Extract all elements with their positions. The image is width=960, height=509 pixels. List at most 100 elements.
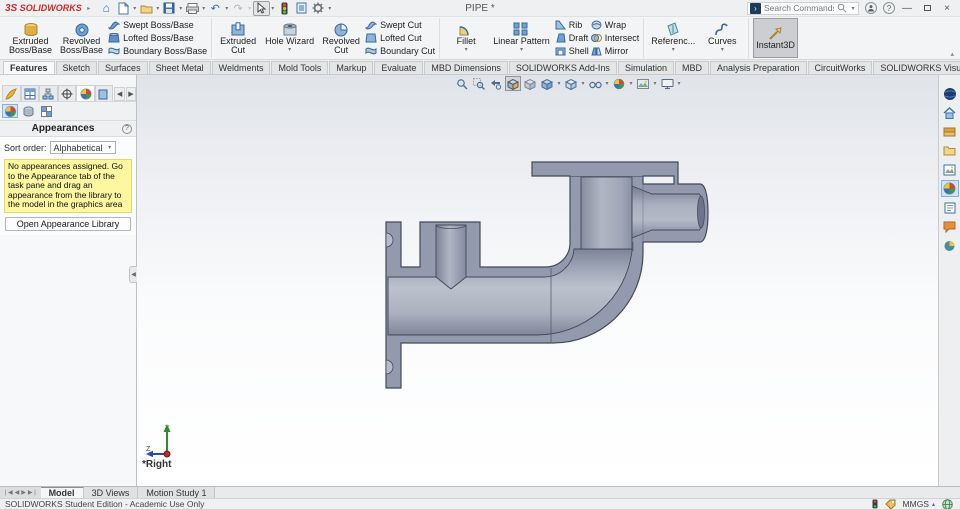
swept-cut-item[interactable]: Swept Cut — [365, 20, 435, 31]
hide-show-caret-icon[interactable]: ▾ — [604, 80, 610, 87]
unit-system[interactable]: MMGS ▴ — [903, 499, 935, 509]
apply-scene-caret-icon[interactable]: ▾ — [652, 80, 658, 87]
prev-tab-icon[interactable]: ◀ — [15, 489, 20, 496]
undo-icon[interactable]: ↶ — [207, 1, 224, 16]
zoom-to-fit-icon[interactable] — [454, 76, 470, 91]
tab-markup[interactable]: Markup — [329, 61, 374, 74]
logo-expand-icon[interactable]: ▸ — [86, 5, 92, 12]
first-tab-icon[interactable]: ❘◀ — [3, 489, 13, 496]
tab-circuitworks[interactable]: CircuitWorks — [807, 61, 873, 74]
section-view-icon[interactable] — [505, 76, 521, 91]
file-explorer-icon[interactable] — [941, 142, 959, 159]
tab-solidworks-visualize[interactable]: SOLIDWORKS Visualize — [873, 61, 960, 74]
view-decals-button[interactable] — [20, 104, 36, 118]
home-icon[interactable]: ⌂ — [98, 1, 115, 16]
next-tab-icon[interactable]: ▶ — [21, 489, 26, 496]
view-appearances-button[interactable] — [2, 104, 18, 118]
overflow-manager-tab[interactable] — [94, 85, 114, 101]
draft-item[interactable]: Draft — [555, 33, 589, 44]
view-scene-lights-button[interactable] — [38, 104, 54, 118]
linear-pattern-caret-icon[interactable]: ▾ — [518, 46, 524, 55]
boundary-cut-item[interactable]: Boundary Cut — [365, 46, 435, 57]
print-icon[interactable] — [184, 1, 201, 16]
tab-solidworks-add-ins[interactable]: SOLIDWORKS Add-Ins — [508, 61, 617, 74]
help-icon[interactable]: ? — [883, 2, 895, 14]
hole-wizard-button[interactable]: Hole Wizard ▾ — [262, 18, 317, 58]
solidworks-forum-icon[interactable] — [941, 218, 959, 235]
tab-3d-views[interactable]: 3D Views — [83, 487, 139, 498]
tab-surfaces[interactable]: Surfaces — [98, 61, 148, 74]
restore-button[interactable] — [919, 3, 935, 14]
user-account-icon[interactable] — [865, 2, 877, 14]
ribbon-collapse-icon[interactable]: ▴ — [950, 50, 954, 58]
swept-boss-base-item[interactable]: Swept Boss/Base — [108, 20, 207, 31]
view-settings-icon[interactable] — [659, 76, 675, 91]
tab-model[interactable]: Model — [40, 487, 84, 498]
linear-pattern-button[interactable]: Linear Pattern ▾ — [490, 18, 553, 58]
search-caret-icon[interactable]: ▾ — [850, 5, 856, 12]
boundary-boss-base-item[interactable]: Boundary Boss/Base — [108, 46, 207, 57]
revolved-boss-base-button[interactable]: Revolved Boss/Base — [57, 18, 106, 58]
display-style-icon[interactable] — [563, 76, 579, 91]
file-properties-icon[interactable] — [293, 1, 310, 16]
curves-button[interactable]: Curves ▾ — [700, 18, 744, 58]
instant3d-button[interactable]: Instant3D — [753, 18, 798, 58]
view-palette-icon[interactable] — [941, 161, 959, 178]
tab-weldments[interactable]: Weldments — [211, 61, 271, 74]
minimize-button[interactable]: — — [899, 3, 915, 14]
tab-evaluate[interactable]: Evaluate — [374, 61, 424, 74]
save-icon[interactable] — [161, 1, 178, 16]
fillet-button[interactable]: Fillet ▾ — [444, 18, 488, 58]
dimxpert-manager-tab[interactable] — [57, 85, 77, 101]
panel-collapse-handle[interactable]: ◀ — [129, 266, 137, 283]
tab-sketch[interactable]: Sketch — [55, 61, 98, 74]
apply-scene-icon[interactable] — [635, 76, 651, 91]
view-orientation-icon[interactable] — [539, 76, 555, 91]
lofted-boss-base-item[interactable]: Lofted Boss/Base — [108, 33, 207, 44]
feature-manager-tab[interactable] — [2, 85, 21, 101]
close-button[interactable]: × — [939, 3, 955, 14]
view-orientation-caret-icon[interactable]: ▾ — [556, 80, 562, 87]
rebuild-icon[interactable] — [276, 1, 293, 16]
appearances-scenes-decals-icon[interactable] — [940, 180, 959, 197]
new-document-icon[interactable] — [115, 1, 132, 16]
status-globe-icon[interactable] — [942, 498, 953, 509]
select-tool-icon[interactable] — [252, 0, 270, 16]
display-manager-tab[interactable] — [76, 85, 95, 101]
zoom-to-area-icon[interactable] — [471, 76, 487, 91]
last-tab-icon[interactable]: ▶❘ — [28, 489, 38, 496]
property-manager-tab[interactable] — [20, 85, 40, 101]
lofted-cut-item[interactable]: Lofted Cut — [365, 33, 435, 44]
model-viewport[interactable]: ▾ ▾ ▾ ▾ ▾ ▾ Y Z *Right — [137, 75, 938, 486]
redo-caret-icon[interactable]: ▾ — [247, 5, 253, 12]
tab-sheet-metal[interactable]: Sheet Metal — [148, 61, 211, 74]
panel-tabs-left-icon[interactable]: ◀ — [114, 87, 125, 101]
fillet-caret-icon[interactable]: ▾ — [463, 46, 469, 55]
solidworks-resources-icon[interactable] — [941, 104, 959, 121]
shell-item[interactable]: Shell — [555, 46, 589, 57]
tab-motion-study-1[interactable]: Motion Study 1 — [138, 487, 216, 498]
options-icon[interactable] — [310, 1, 327, 16]
edit-appearance-caret-icon[interactable]: ▾ — [628, 80, 634, 87]
reference-geometry-button[interactable]: Referenc... ▾ — [648, 18, 698, 58]
edit-appearance-icon[interactable] — [611, 76, 627, 91]
custom-properties-icon[interactable] — [941, 199, 959, 216]
curves-caret-icon[interactable]: ▾ — [719, 46, 725, 55]
revolved-cut-button[interactable]: Revolved Cut — [319, 18, 363, 58]
search-commands-box[interactable]: › ▾ — [747, 1, 859, 15]
hide-show-items-icon[interactable] — [587, 76, 603, 91]
tab-mold-tools[interactable]: Mold Tools — [271, 61, 329, 74]
mirror-item[interactable]: Mirror — [591, 46, 640, 57]
panel-tabs-right-icon[interactable]: ▶ — [125, 87, 137, 101]
solidworks-cam-icon[interactable] — [941, 237, 959, 254]
rib-item[interactable]: Rib — [555, 20, 589, 31]
tab-analysis-preparation[interactable]: Analysis Preparation — [709, 61, 807, 74]
redo-icon[interactable]: ↷ — [230, 1, 247, 16]
open-appearance-library-button[interactable]: Open Appearance Library — [5, 216, 131, 231]
design-library-icon[interactable] — [941, 123, 959, 140]
display-style-caret-icon[interactable]: ▾ — [580, 80, 586, 87]
sort-order-select[interactable]: Alphabetical ▾ — [49, 141, 116, 154]
tab-mbd[interactable]: MBD — [674, 61, 709, 74]
extruded-boss-base-button[interactable]: Extruded Boss/Base — [6, 18, 55, 58]
reference-caret-icon[interactable]: ▾ — [670, 46, 676, 55]
